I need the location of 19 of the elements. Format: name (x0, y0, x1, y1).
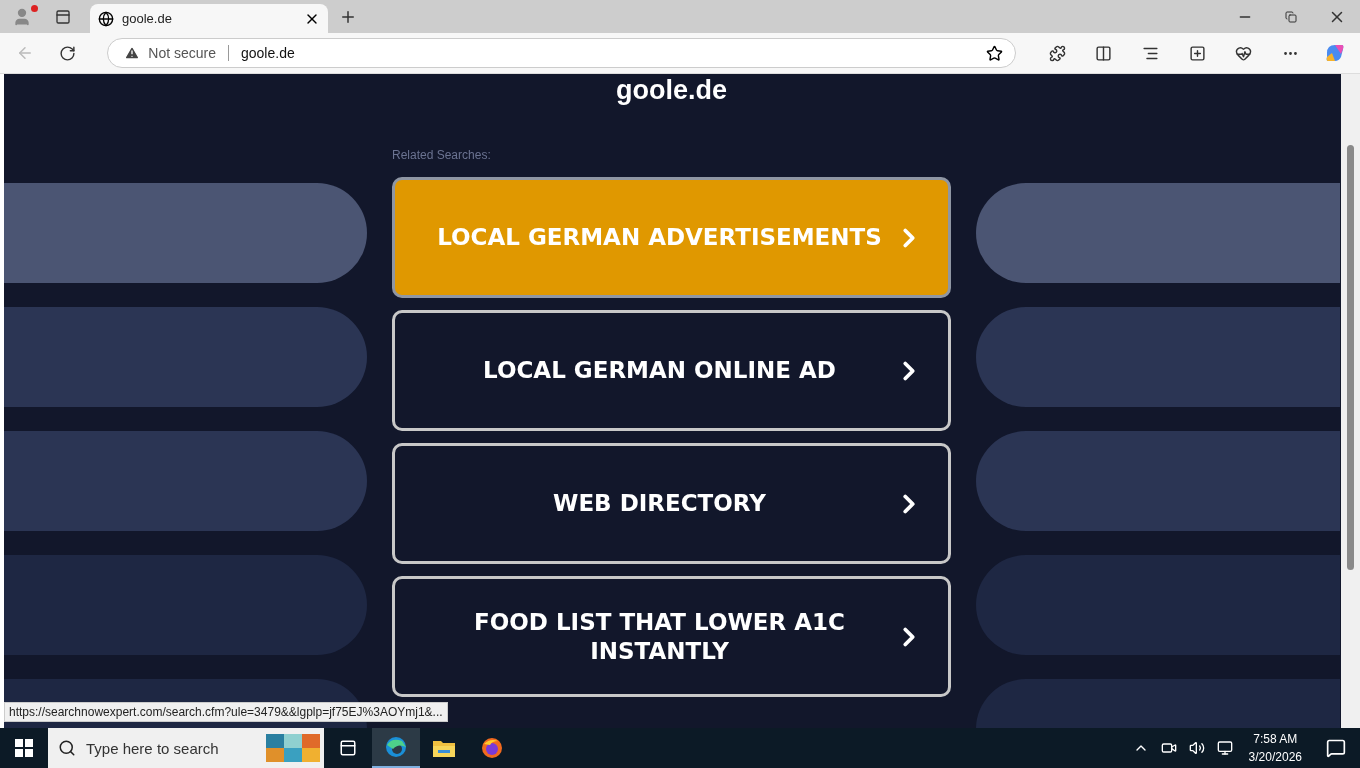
browser-tab[interactable]: goole.de (90, 4, 328, 33)
warning-icon (124, 45, 141, 61)
search-icon (58, 739, 76, 757)
favorite-icon[interactable] (986, 44, 1004, 62)
search-result-button[interactable]: FOOD LIST THAT LOWER A1C INSTANTLY (392, 576, 951, 697)
address-bar[interactable]: Not secure goole.de (107, 38, 1017, 68)
scrollbar[interactable] (1341, 74, 1360, 728)
globe-icon (98, 10, 114, 27)
tab-title: goole.de (122, 11, 173, 26)
site-heading: goole.de (616, 74, 727, 106)
taskbar-search-field[interactable]: Type here to search (48, 728, 324, 768)
search-result-button[interactable]: WEB DIRECTORY (392, 443, 951, 564)
windows-logo-icon (15, 739, 33, 757)
search-result-button[interactable]: LOCAL GERMAN ONLINE AD (392, 310, 951, 431)
security-label: Not secure (148, 45, 229, 61)
url-text: goole.de (241, 45, 296, 61)
clock[interactable]: 7:58 AM 3/20/2026 (1238, 730, 1312, 766)
related-searches-label: Related Searches: (392, 148, 492, 162)
edge-icon[interactable] (372, 728, 420, 768)
